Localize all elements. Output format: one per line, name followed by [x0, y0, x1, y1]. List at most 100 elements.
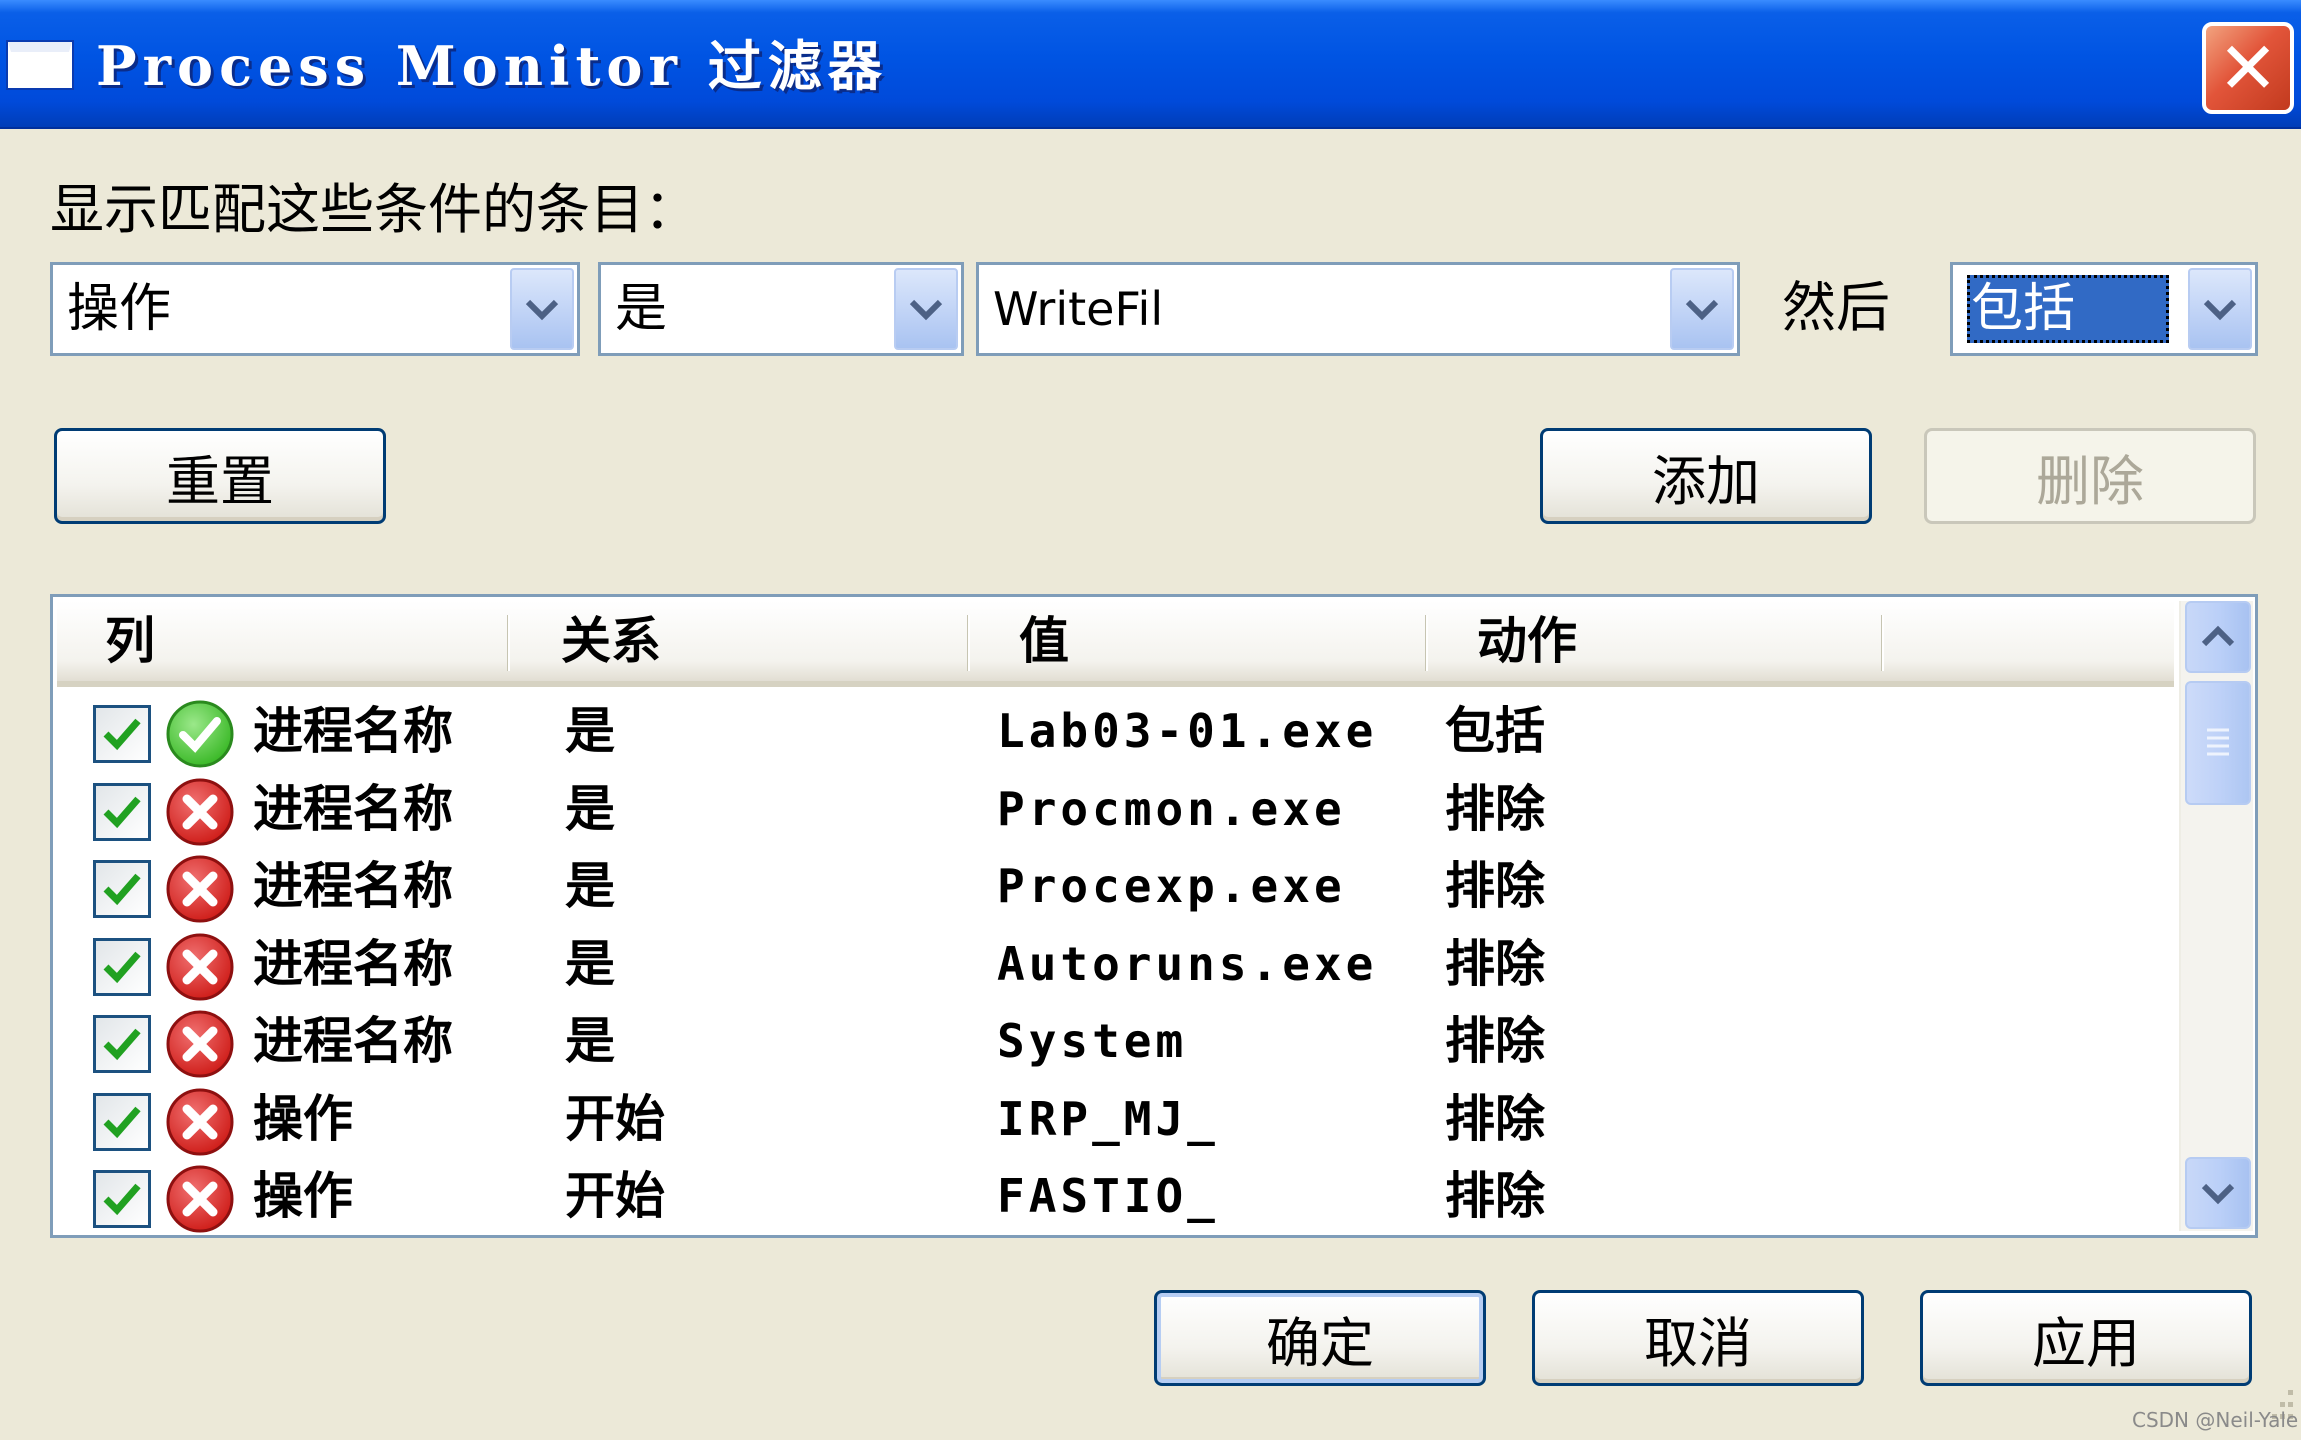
- row-value-cell: FASTIO_: [997, 1169, 1219, 1223]
- green-check-circle-icon: [165, 699, 235, 769]
- column-header-column[interactable]: 列: [57, 601, 155, 681]
- row-enabled-checkbox[interactable]: [93, 1015, 151, 1073]
- table-row[interactable]: 进程名称 是 Procmon.exe 排除: [57, 771, 2174, 848]
- row-enabled-checkbox[interactable]: [93, 705, 151, 763]
- row-action-cell: 排除: [1445, 857, 1545, 915]
- row-relation-cell: 是: [565, 857, 615, 915]
- chevron-down-icon: [1685, 299, 1719, 321]
- row-column-cell: 进程名称: [253, 779, 453, 838]
- column-divider[interactable]: [507, 615, 510, 671]
- filter-list[interactable]: 列 关系 值 动作 进程名称是 Lab03-01.exe 包括 进程名称是 Procmo…: [50, 594, 2258, 1238]
- value-input-text: WriteFil: [993, 282, 1164, 336]
- row-column-cell: 进程名称: [253, 1012, 453, 1070]
- row-enabled-checkbox[interactable]: [93, 1170, 151, 1228]
- row-action-cell: 包括: [1445, 702, 1545, 760]
- row-column-cell: 进程名称: [253, 857, 453, 915]
- chevron-down-icon: [909, 299, 943, 321]
- row-action-cell: 排除: [1445, 1012, 1545, 1070]
- column-select[interactable]: 操作: [50, 262, 580, 356]
- checkmark-icon: [103, 718, 141, 751]
- title-bar[interactable]: Process Monitor 过滤器 ✕: [0, 0, 2301, 129]
- checkmark-icon: [103, 1028, 141, 1061]
- chevron-up-icon: [2201, 625, 2235, 647]
- ok-button[interactable]: 确定: [1154, 1290, 1486, 1386]
- column-select-dropdown-button[interactable]: [510, 268, 574, 350]
- chevron-down-icon: [2203, 299, 2237, 321]
- row-action-cell: 排除: [1445, 1089, 1545, 1148]
- row-enabled-checkbox[interactable]: [93, 1092, 151, 1151]
- chevron-down-icon: [2201, 1183, 2235, 1205]
- checkmark-icon: [103, 796, 141, 828]
- table-row[interactable]: 操作 开始 IRP_MJ_ 排除: [57, 1081, 2174, 1158]
- red-x-circle-icon: [165, 1009, 235, 1079]
- column-divider[interactable]: [1425, 615, 1428, 671]
- close-icon: ✕: [2217, 26, 2279, 110]
- column-divider[interactable]: [1881, 615, 1884, 671]
- window-icon: [8, 42, 72, 88]
- reset-button[interactable]: 重置: [54, 428, 386, 524]
- row-column-cell: 操作: [253, 1089, 353, 1148]
- value-input[interactable]: WriteFil: [976, 262, 1740, 356]
- red-x-circle-icon: [165, 777, 235, 847]
- row-relation-cell: 是: [565, 934, 615, 993]
- column-select-value: 操作: [67, 279, 172, 339]
- row-relation-cell: 是: [565, 779, 615, 838]
- row-relation-cell: 是: [565, 702, 615, 760]
- scroll-thumb[interactable]: [2185, 681, 2251, 805]
- table-row[interactable]: 操作 开始 FASTIO_ 排除: [57, 1158, 2174, 1235]
- chevron-down-icon: [525, 299, 559, 321]
- apply-button[interactable]: 应用: [1920, 1290, 2252, 1386]
- row-value-cell: Lab03-01.exe: [997, 704, 1378, 758]
- filter-caption: 显示匹配这些条件的条目：: [50, 178, 698, 241]
- red-x-circle-icon: [165, 932, 235, 1002]
- close-button[interactable]: ✕: [2202, 22, 2294, 114]
- then-label: 然后: [1782, 276, 1890, 339]
- relation-select-dropdown-button[interactable]: [894, 268, 958, 350]
- row-relation-cell: 开始: [565, 1089, 665, 1148]
- scroll-up-button[interactable]: [2185, 601, 2251, 673]
- row-value-cell: Procmon.exe: [997, 781, 1346, 836]
- row-value-cell: Procexp.exe: [997, 859, 1346, 913]
- column-header-action[interactable]: 动作: [1429, 601, 1577, 681]
- checkmark-icon: [103, 1106, 141, 1138]
- action-select-value: 包括: [1967, 275, 2169, 343]
- row-value-cell: System: [997, 1014, 1188, 1068]
- column-divider[interactable]: [967, 615, 970, 671]
- relation-select[interactable]: 是: [598, 262, 964, 356]
- add-button[interactable]: 添加: [1540, 428, 1872, 524]
- column-header-relation[interactable]: 关系: [513, 601, 661, 681]
- row-action-cell: 排除: [1445, 779, 1545, 838]
- value-input-dropdown-button[interactable]: [1670, 268, 1734, 350]
- red-x-circle-icon: [165, 1087, 235, 1157]
- table-row[interactable]: 进程名称 是 Procexp.exe 排除: [57, 848, 2174, 925]
- watermark: CSDN @Neil-Yale: [2132, 1408, 2299, 1432]
- column-header-value[interactable]: 值: [971, 601, 1069, 681]
- table-row[interactable]: 进程名称 是 System 排除: [57, 1003, 2174, 1080]
- table-row[interactable]: 进程名称 是 Autoruns.exe 排除: [57, 926, 2174, 1003]
- relation-select-value: 是: [615, 279, 668, 339]
- row-value-cell: IRP_MJ_: [997, 1091, 1219, 1146]
- checkmark-icon: [103, 873, 141, 906]
- row-column-cell: 进程名称: [253, 934, 453, 993]
- row-action-cell: 排除: [1445, 1167, 1545, 1225]
- action-select-dropdown-button[interactable]: [2188, 268, 2252, 350]
- action-select[interactable]: 包括: [1950, 262, 2258, 356]
- row-enabled-checkbox[interactable]: [93, 782, 151, 841]
- row-column-cell: 操作: [253, 1167, 353, 1225]
- row-action-cell: 排除: [1445, 934, 1545, 993]
- list-header: 列 关系 值 动作: [57, 601, 2174, 687]
- row-relation-cell: 是: [565, 1012, 615, 1070]
- remove-button[interactable]: 删除: [1924, 428, 2256, 524]
- row-column-cell: 进程名称: [253, 702, 453, 760]
- red-x-circle-icon: [165, 1164, 235, 1234]
- scroll-down-button[interactable]: [2185, 1157, 2251, 1229]
- row-relation-cell: 开始: [565, 1167, 665, 1225]
- row-enabled-checkbox[interactable]: [93, 937, 151, 996]
- table-row[interactable]: 进程名称 是 Lab03-01.exe 包括: [57, 693, 2174, 770]
- cancel-button[interactable]: 取消: [1532, 1290, 1864, 1386]
- window-title: Process Monitor 过滤器: [96, 34, 888, 98]
- vertical-scrollbar[interactable]: [2179, 601, 2253, 1231]
- row-enabled-checkbox[interactable]: [93, 860, 151, 918]
- grip-lines-icon: [2207, 728, 2229, 756]
- red-x-circle-icon: [165, 854, 235, 924]
